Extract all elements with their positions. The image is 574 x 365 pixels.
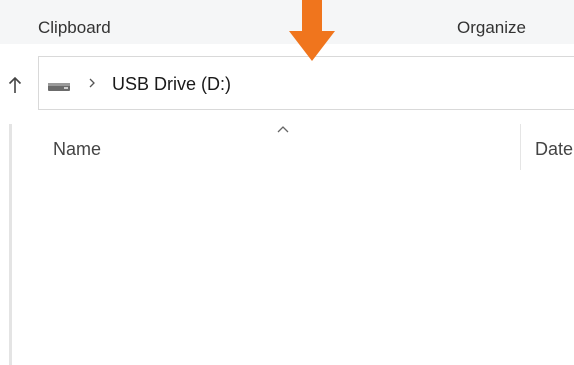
usb-drive-icon	[48, 83, 70, 91]
column-divider[interactable]	[520, 124, 521, 170]
address-bar[interactable]: USB Drive (D:)	[38, 56, 574, 110]
breadcrumb-usb-drive[interactable]: USB Drive (D:)	[112, 73, 231, 95]
sort-ascending-icon	[277, 126, 289, 133]
ribbon-group-clipboard-label: Clipboard	[38, 18, 111, 37]
ribbon-group-organize-label: Organize	[457, 18, 526, 37]
file-list-header: Name Date	[12, 124, 574, 172]
chevron-right-icon[interactable]	[87, 76, 97, 90]
arrow-up-icon	[8, 76, 22, 93]
arrow-down-icon	[289, 0, 335, 61]
file-list-area[interactable]	[12, 172, 574, 365]
column-header-date[interactable]: Date	[535, 138, 573, 160]
column-header-name[interactable]: Name	[53, 138, 101, 160]
up-button[interactable]	[4, 72, 26, 98]
